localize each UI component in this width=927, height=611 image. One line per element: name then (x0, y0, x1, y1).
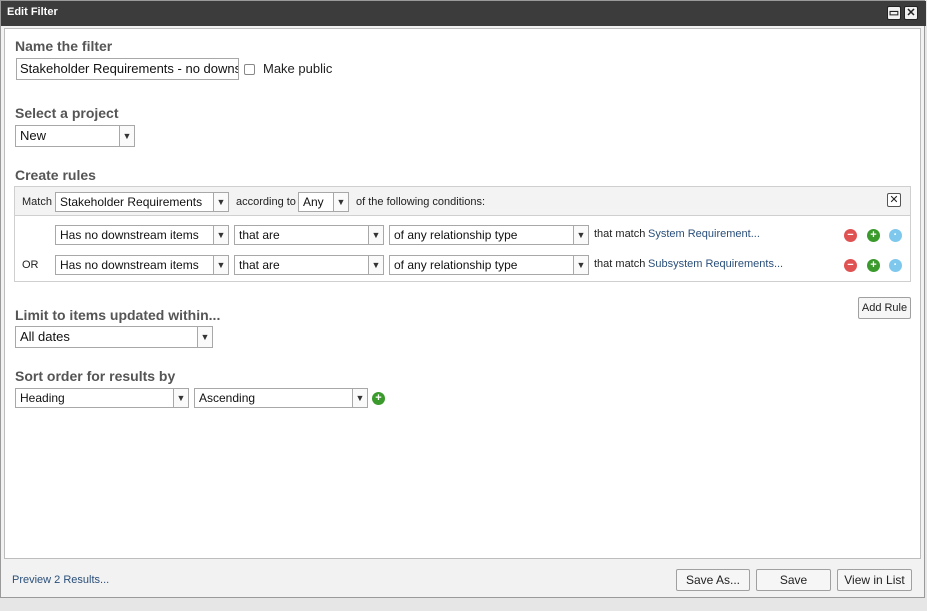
rule-details-icon[interactable]: · (889, 259, 902, 272)
dialog-content: Name the filter Stakeholder Requirements… (4, 28, 921, 559)
title-bar: Edit Filter ▭ ✕ (1, 1, 926, 26)
rule-2-target-link[interactable]: Subsystem Requirements... (648, 258, 783, 270)
project-select[interactable]: New ▼ (15, 125, 135, 147)
rule-1-condition-value: Has no downstream items (60, 228, 199, 242)
rule-1-qualifier-value: that are (239, 228, 280, 242)
sort-order-select[interactable]: Ascending ▼ (194, 388, 368, 408)
close-icon[interactable]: ✕ (904, 6, 918, 20)
sort-field-value: Heading (20, 391, 65, 405)
rule-2-qualifier-value: that are (239, 258, 280, 272)
remove-rule-icon[interactable]: − (844, 259, 857, 272)
rule-1-relationship-select[interactable]: of any relationship type ▼ (389, 225, 589, 245)
select-project-label: Select a project (15, 105, 119, 121)
filter-name-input[interactable]: Stakeholder Requirements - no downstream (16, 58, 239, 80)
minimize-icon[interactable]: ▭ (887, 6, 901, 20)
rule-1-target-link[interactable]: System Requirement... (648, 228, 760, 240)
name-filter-label: Name the filter (15, 38, 113, 54)
sort-label: Sort order for results by (15, 368, 176, 384)
rule-details-icon[interactable]: · (889, 229, 902, 242)
make-public-checkbox[interactable] (244, 64, 255, 75)
rule-1-qualifier-select[interactable]: that are ▼ (234, 225, 384, 245)
add-rule-icon[interactable]: + (867, 229, 880, 242)
chevron-down-icon: ▼ (119, 126, 134, 146)
rule-2-condition-value: Has no downstream items (60, 258, 199, 272)
add-sort-icon[interactable]: + (372, 392, 385, 405)
chevron-down-icon: ▼ (573, 226, 588, 244)
rule-2-condition-select[interactable]: Has no downstream items ▼ (55, 255, 229, 275)
match-label: Match (22, 196, 52, 208)
project-select-value: New (20, 128, 47, 143)
according-select[interactable]: Any ▼ (298, 192, 349, 212)
preview-results-link[interactable]: Preview 2 Results... (12, 574, 109, 586)
limit-select[interactable]: All dates ▼ (15, 326, 213, 348)
sort-field-select[interactable]: Heading ▼ (15, 388, 189, 408)
rule-1-condition-select[interactable]: Has no downstream items ▼ (55, 225, 229, 245)
edit-filter-dialog: Edit Filter ▭ ✕ Name the filter Stakehol… (0, 0, 926, 598)
rule-2-qualifier-select[interactable]: that are ▼ (234, 255, 384, 275)
sort-order-value: Ascending (199, 391, 256, 405)
chevron-down-icon: ▼ (213, 193, 228, 211)
match-select[interactable]: Stakeholder Requirements ▼ (55, 192, 229, 212)
chevron-down-icon: ▼ (352, 389, 367, 407)
limit-select-value: All dates (20, 329, 70, 344)
chevron-down-icon: ▼ (197, 327, 212, 347)
limit-label: Limit to items updated within... (15, 307, 221, 323)
view-in-list-button[interactable]: View in List (837, 569, 912, 591)
rule-2-prefix: OR (22, 259, 39, 271)
remove-rule-icon[interactable]: − (844, 229, 857, 242)
according-select-value: Any (303, 195, 324, 209)
chevron-down-icon: ▼ (213, 226, 228, 244)
conditions-label: of the following conditions: (356, 196, 486, 208)
remove-rules-icon[interactable]: ✕ (887, 193, 901, 207)
chevron-down-icon: ▼ (213, 256, 228, 274)
chevron-down-icon: ▼ (173, 389, 188, 407)
rule-2-that-match-label: that match (594, 258, 646, 270)
rule-2-relationship-value: of any relationship type (394, 258, 518, 272)
rule-1-relationship-value: of any relationship type (394, 228, 518, 242)
add-rule-button[interactable]: Add Rule (858, 297, 911, 319)
according-to-label: according to (236, 196, 296, 208)
rules-box: Match Stakeholder Requirements ▼ accordi… (14, 186, 911, 282)
save-button[interactable]: Save (756, 569, 831, 591)
add-rule-icon[interactable]: + (867, 259, 880, 272)
chevron-down-icon: ▼ (368, 226, 383, 244)
chevron-down-icon: ▼ (368, 256, 383, 274)
chevron-down-icon: ▼ (333, 193, 348, 211)
create-rules-label: Create rules (15, 167, 96, 183)
dialog-title: Edit Filter (7, 6, 58, 18)
match-select-value: Stakeholder Requirements (60, 195, 203, 209)
chevron-down-icon: ▼ (573, 256, 588, 274)
rules-header: Match Stakeholder Requirements ▼ accordi… (15, 187, 910, 216)
rule-1-that-match-label: that match (594, 228, 646, 240)
make-public-label: Make public (263, 61, 333, 76)
save-as-button[interactable]: Save As... (676, 569, 750, 591)
rule-2-relationship-select[interactable]: of any relationship type ▼ (389, 255, 589, 275)
